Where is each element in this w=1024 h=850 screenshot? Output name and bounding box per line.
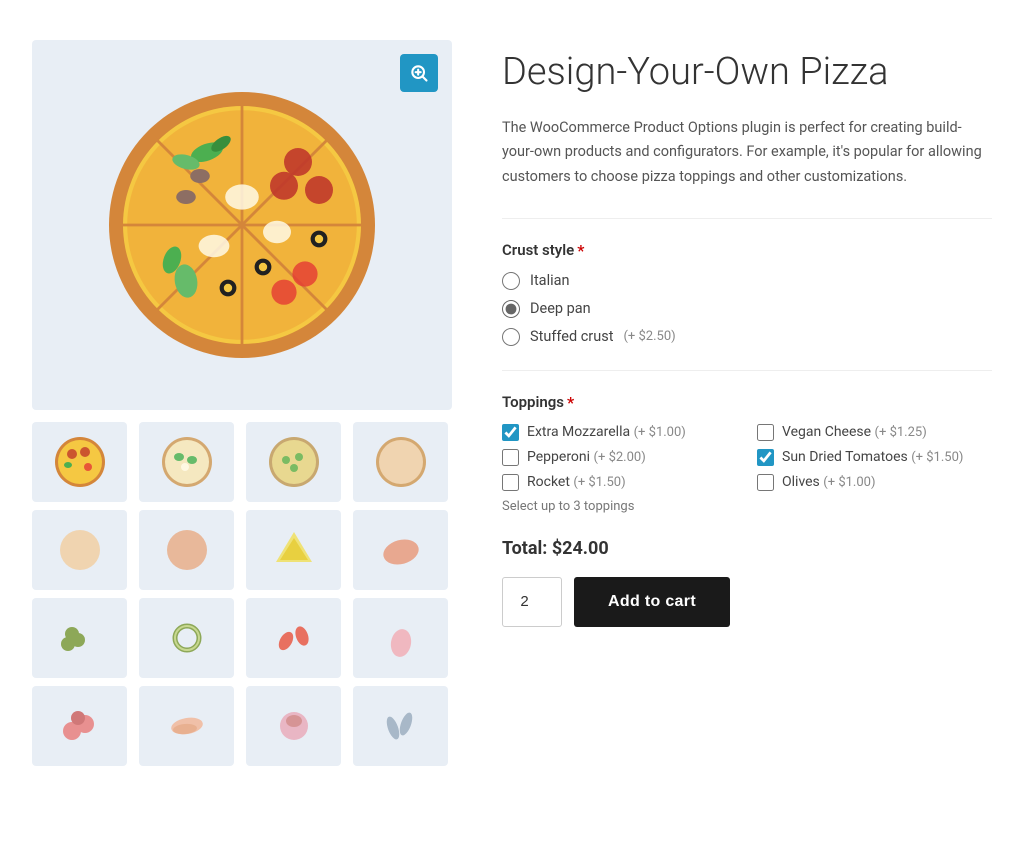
thumbnail-14[interactable]: [139, 686, 234, 766]
checkbox-sun-dried[interactable]: [757, 449, 774, 466]
zoom-button[interactable]: [400, 54, 438, 92]
thumbnail-grid: [32, 422, 452, 766]
thumbnail-15[interactable]: [246, 686, 341, 766]
thumbnail-6[interactable]: [139, 510, 234, 590]
crust-option-italian[interactable]: Italian: [502, 272, 992, 290]
checkbox-vegan-cheese[interactable]: [757, 424, 774, 441]
product-title: Design-Your-Own Pizza: [502, 50, 992, 96]
thumbnail-16[interactable]: [353, 686, 448, 766]
toppings-grid: Extra Mozzarella (+ $1.00) Vegan Cheese …: [502, 424, 992, 491]
quantity-input[interactable]: [502, 577, 562, 627]
thumbnail-12[interactable]: [353, 598, 448, 678]
crust-section: Crust style* Italian Deep pan Stuffed cr…: [502, 241, 992, 346]
product-images: [32, 40, 452, 766]
thumbnail-2[interactable]: [139, 422, 234, 502]
thumbnail-7[interactable]: [246, 510, 341, 590]
divider-2: [502, 370, 992, 371]
crust-radio-italian[interactable]: [502, 272, 520, 290]
thumbnail-13[interactable]: [32, 686, 127, 766]
page-wrapper: Design-Your-Own Pizza The WooCommerce Pr…: [0, 0, 1024, 850]
toppings-required-star: *: [567, 393, 574, 412]
add-to-cart-button[interactable]: Add to cart: [574, 577, 730, 627]
total-price: Total: $24.00: [502, 538, 992, 559]
thumbnail-11[interactable]: [246, 598, 341, 678]
crust-label: Crust style*: [502, 241, 992, 260]
thumbnail-10[interactable]: [139, 598, 234, 678]
topping-pepperoni[interactable]: Pepperoni (+ $2.00): [502, 449, 737, 466]
main-image: [32, 40, 452, 410]
thumbnail-1[interactable]: [32, 422, 127, 502]
crust-options: Italian Deep pan Stuffed crust (+ $2.50): [502, 272, 992, 346]
product-description: The WooCommerce Product Options plugin i…: [502, 116, 992, 190]
checkbox-rocket[interactable]: [502, 474, 519, 491]
thumbnail-3[interactable]: [246, 422, 341, 502]
topping-sun-dried[interactable]: Sun Dried Tomatoes (+ $1.50): [757, 449, 992, 466]
checkbox-pepperoni[interactable]: [502, 449, 519, 466]
topping-olives[interactable]: Olives (+ $1.00): [757, 474, 992, 491]
topping-vegan-cheese[interactable]: Vegan Cheese (+ $1.25): [757, 424, 992, 441]
topping-extra-mozz[interactable]: Extra Mozzarella (+ $1.00): [502, 424, 737, 441]
crust-required-star: *: [577, 241, 584, 260]
thumbnail-4[interactable]: [353, 422, 448, 502]
toppings-label: Toppings*: [502, 393, 992, 412]
checkbox-extra-mozz[interactable]: [502, 424, 519, 441]
checkbox-olives[interactable]: [757, 474, 774, 491]
divider-1: [502, 218, 992, 219]
product-details: Design-Your-Own Pizza The WooCommerce Pr…: [502, 40, 992, 766]
topping-rocket[interactable]: Rocket (+ $1.50): [502, 474, 737, 491]
add-to-cart-row: Add to cart: [502, 577, 992, 627]
thumbnail-8[interactable]: [353, 510, 448, 590]
toppings-hint: Select up to 3 toppings: [502, 499, 992, 514]
toppings-section: Toppings* Extra Mozzarella (+ $1.00) Veg…: [502, 393, 992, 514]
crust-option-stuffed[interactable]: Stuffed crust (+ $2.50): [502, 328, 992, 346]
thumbnail-5[interactable]: [32, 510, 127, 590]
crust-radio-stuffed[interactable]: [502, 328, 520, 346]
crust-radio-deep-pan[interactable]: [502, 300, 520, 318]
thumbnail-9[interactable]: [32, 598, 127, 678]
product-layout: Design-Your-Own Pizza The WooCommerce Pr…: [32, 40, 992, 766]
crust-option-deep-pan[interactable]: Deep pan: [502, 300, 992, 318]
pizza-main-image: [102, 85, 382, 365]
